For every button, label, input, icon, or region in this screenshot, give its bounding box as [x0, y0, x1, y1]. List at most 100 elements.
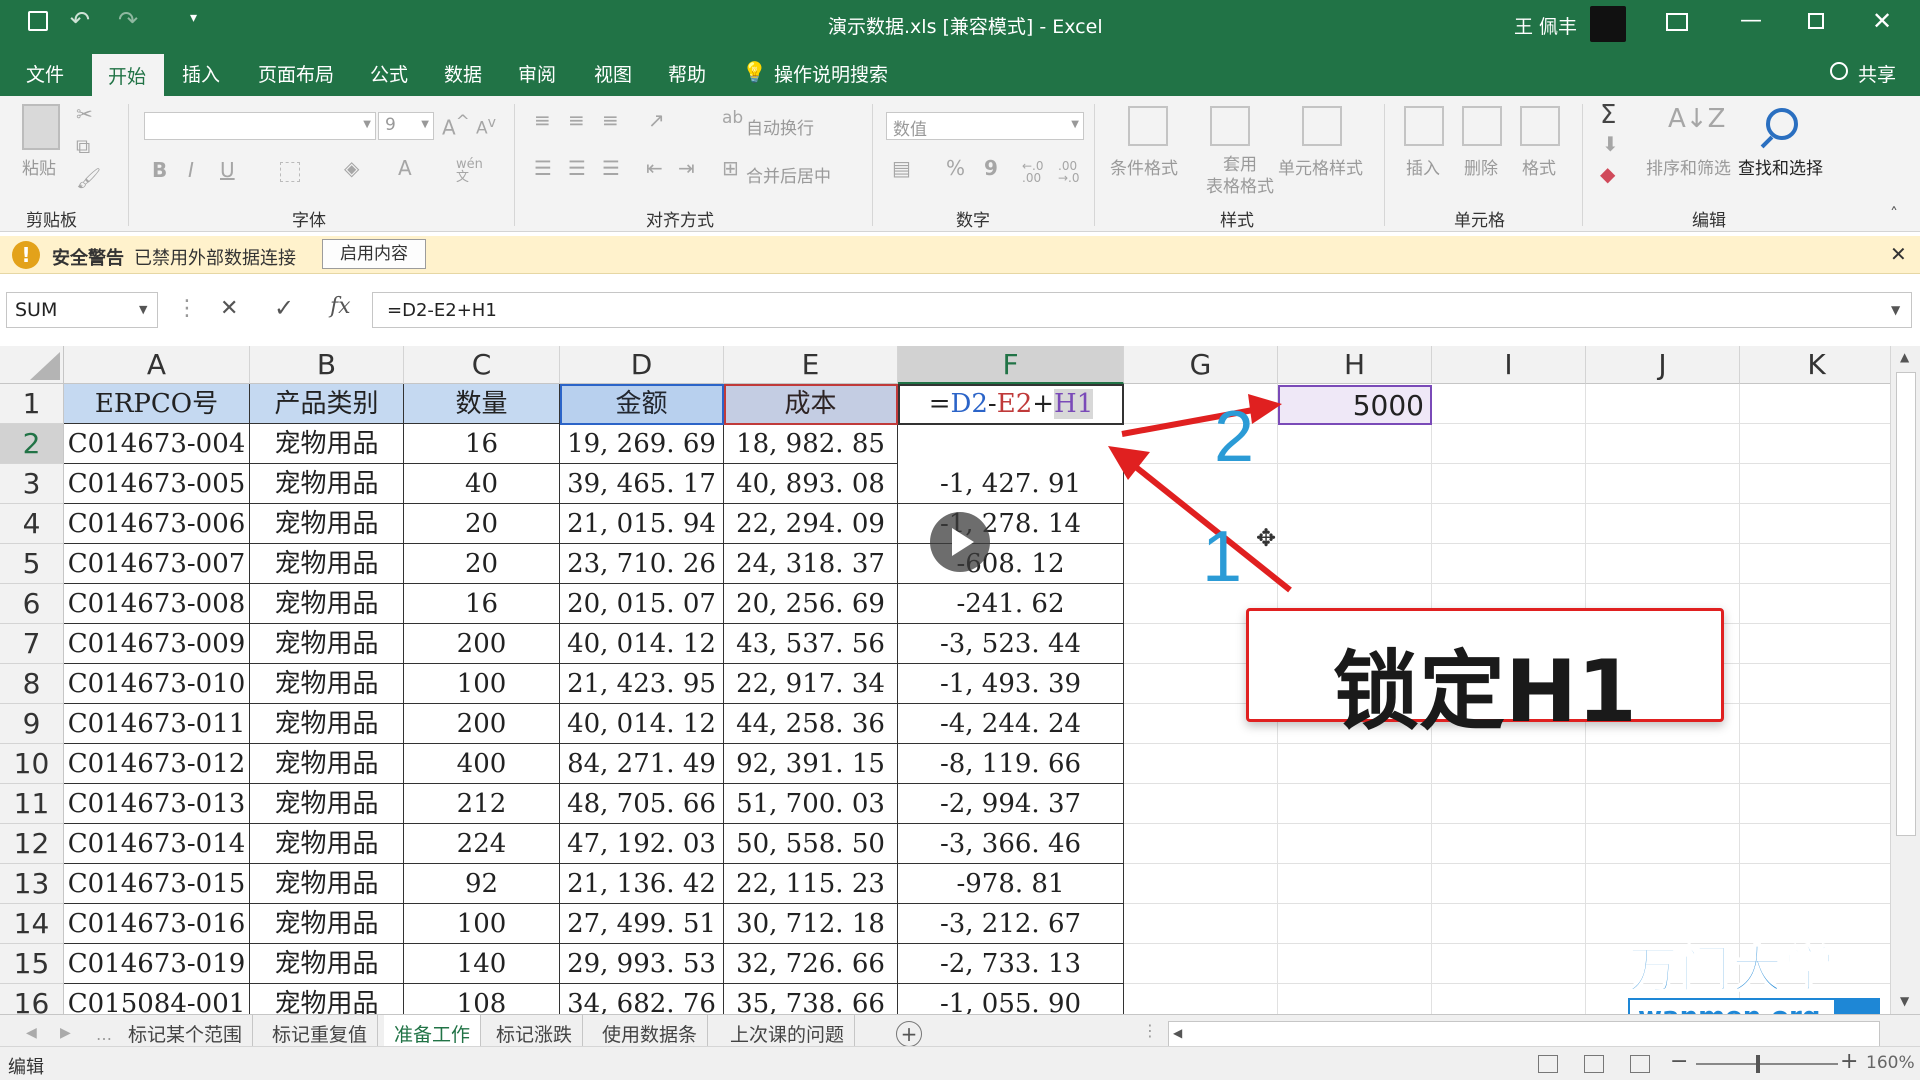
column-header-b[interactable]: B	[250, 346, 404, 384]
cell-b16[interactable]: 宠物用品	[250, 984, 404, 1014]
chevron-down-icon[interactable]: ▼	[139, 303, 147, 316]
bold-icon[interactable]: B	[152, 160, 167, 180]
align-center-icon[interactable]: ☰	[568, 158, 586, 178]
cell-f7[interactable]: -3, 523. 44	[898, 624, 1124, 664]
row-header-1[interactable]: 1	[0, 384, 64, 424]
ribbon-display-options-icon[interactable]	[1666, 13, 1688, 31]
increase-font-icon[interactable]: A^	[442, 113, 470, 138]
font-name-combo[interactable]: ▼	[144, 112, 376, 140]
cell-j10[interactable]	[1586, 744, 1740, 784]
row-header-3[interactable]: 3	[0, 464, 64, 504]
increase-indent-icon[interactable]: ⇥	[678, 158, 695, 178]
format-as-table-icon[interactable]	[1210, 106, 1250, 146]
reference-cell-h1[interactable]: 5000	[1278, 385, 1432, 425]
delete-cells-icon[interactable]	[1462, 106, 1502, 146]
align-left-icon[interactable]: ☰	[534, 158, 552, 178]
cell-c7[interactable]: 200	[404, 624, 560, 664]
cell-a11[interactable]: C014673-013	[64, 784, 250, 824]
wrap-text-button[interactable]: 自动换行	[746, 114, 814, 139]
cell-k10[interactable]	[1740, 744, 1890, 784]
cell-f3[interactable]: -1, 427. 91	[898, 464, 1124, 504]
fill-color-icon[interactable]: ◈	[344, 158, 359, 178]
cell-c14[interactable]: 100	[404, 904, 560, 944]
cell-i15[interactable]	[1432, 944, 1586, 984]
orientation-icon[interactable]: ↗	[648, 110, 665, 130]
merge-center-icon[interactable]: ⊞	[722, 158, 739, 178]
cell-b9[interactable]: 宠物用品	[250, 704, 404, 744]
cell-h11[interactable]	[1278, 784, 1432, 824]
save-icon[interactable]	[28, 11, 48, 31]
cell-d11[interactable]: 48, 705. 66	[560, 784, 724, 824]
cell-e8[interactable]: 22, 917. 34	[724, 664, 898, 704]
formula-input[interactable]: =D2-E2+H1 ▼	[372, 292, 1912, 328]
row-header-9[interactable]: 9	[0, 704, 64, 744]
cell-d12[interactable]: 47, 192. 03	[560, 824, 724, 864]
cell-b12[interactable]: 宠物用品	[250, 824, 404, 864]
cell-f9[interactable]: -4, 244. 24	[898, 704, 1124, 744]
row-header-8[interactable]: 8	[0, 664, 64, 704]
zoom-out-icon[interactable]: −	[1670, 1049, 1688, 1074]
cell-b7[interactable]: 宠物用品	[250, 624, 404, 664]
row-header-12[interactable]: 12	[0, 824, 64, 864]
cell-e16[interactable]: 35, 738. 66	[724, 984, 898, 1014]
cell-styles-button[interactable]: 单元格样式	[1278, 154, 1363, 179]
tab-page-layout[interactable]: 页面布局	[258, 60, 334, 87]
cell-d8[interactable]: 21, 423. 95	[560, 664, 724, 704]
more-options-icon[interactable]: ⋮	[176, 296, 198, 321]
sort-filter-button[interactable]: 排序和筛选	[1646, 154, 1731, 179]
vertical-scrollbar[interactable]: ▲ ▼	[1890, 346, 1920, 1014]
cell-i10[interactable]	[1432, 744, 1586, 784]
cell-d9[interactable]: 40, 014. 12	[560, 704, 724, 744]
cell-k1[interactable]	[1740, 384, 1890, 424]
cell-g12[interactable]	[1124, 824, 1278, 864]
cell-e3[interactable]: 40, 893. 08	[724, 464, 898, 504]
column-header-c[interactable]: C	[404, 346, 560, 384]
cell-b8[interactable]: 宠物用品	[250, 664, 404, 704]
decrease-decimal-icon[interactable]: .00 →.0	[1058, 160, 1080, 184]
cell-k6[interactable]	[1740, 584, 1890, 624]
column-header-g[interactable]: G	[1124, 346, 1278, 384]
scroll-up-icon[interactable]: ▲	[1900, 350, 1909, 364]
cell-j12[interactable]	[1586, 824, 1740, 864]
cell-c15[interactable]: 140	[404, 944, 560, 984]
cell-e10[interactable]: 92, 391. 15	[724, 744, 898, 784]
number-format-combo[interactable]: 数值 ▼	[886, 112, 1084, 140]
cell-a16[interactable]: C015084-001	[64, 984, 250, 1014]
cell-i13[interactable]	[1432, 864, 1586, 904]
name-box[interactable]: SUM ▼	[6, 292, 158, 328]
cell-h2[interactable]	[1278, 424, 1432, 464]
cell-f15[interactable]: -2, 733. 13	[898, 944, 1124, 984]
cell-a8[interactable]: C014673-010	[64, 664, 250, 704]
cell-c13[interactable]: 92	[404, 864, 560, 904]
cell-g10[interactable]	[1124, 744, 1278, 784]
row-header-10[interactable]: 10	[0, 744, 64, 784]
cell-k8[interactable]	[1740, 664, 1890, 704]
cell-b5[interactable]: 宠物用品	[250, 544, 404, 584]
cell-g13[interactable]	[1124, 864, 1278, 904]
row-header-2[interactable]: 2	[0, 424, 64, 464]
horizontal-scrollbar[interactable]: ◀	[1168, 1021, 1880, 1047]
row-header-5[interactable]: 5	[0, 544, 64, 584]
cell-a4[interactable]: C014673-006	[64, 504, 250, 544]
insert-function-icon[interactable]: fx	[330, 294, 351, 319]
cell-e7[interactable]: 43, 537. 56	[724, 624, 898, 664]
format-as-table-button[interactable]: 套用 表格格式	[1206, 154, 1274, 198]
cell-e6[interactable]: 20, 256. 69	[724, 584, 898, 624]
cell-h5[interactable]	[1278, 544, 1432, 584]
new-sheet-icon[interactable]: +	[896, 1021, 922, 1047]
cell-i3[interactable]	[1432, 464, 1586, 504]
format-painter-icon[interactable]: 🖌	[76, 168, 101, 188]
cell-f10[interactable]: -8, 119. 66	[898, 744, 1124, 784]
collapse-ribbon-icon[interactable]: ˄	[1890, 204, 1898, 223]
cell-h12[interactable]	[1278, 824, 1432, 864]
cell-e14[interactable]: 30, 712. 18	[724, 904, 898, 944]
cell-c1[interactable]: 数量	[404, 384, 560, 424]
borders-icon[interactable]	[280, 162, 300, 182]
cell-b3[interactable]: 宠物用品	[250, 464, 404, 504]
cell-k5[interactable]	[1740, 544, 1890, 584]
cell-c6[interactable]: 16	[404, 584, 560, 624]
cell-e5[interactable]: 24, 318. 37	[724, 544, 898, 584]
delete-cells-button[interactable]: 删除	[1464, 154, 1498, 179]
cell-b6[interactable]: 宠物用品	[250, 584, 404, 624]
row-header-14[interactable]: 14	[0, 904, 64, 944]
